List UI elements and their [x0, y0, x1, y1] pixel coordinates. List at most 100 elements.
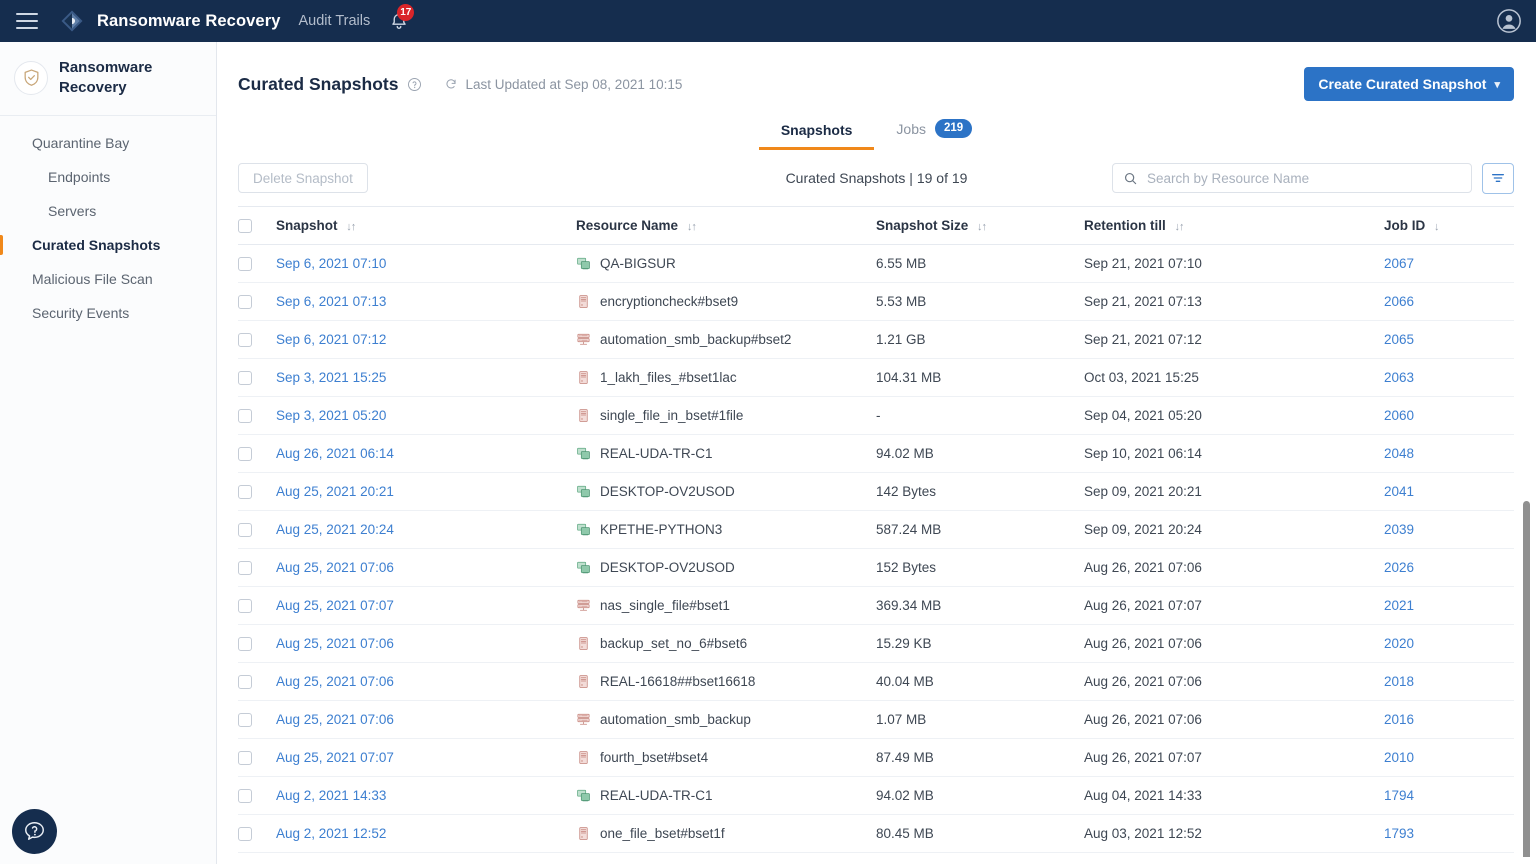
col-retention-till[interactable]: Retention till ↓↑	[1084, 207, 1384, 245]
job-id-link[interactable]: 2066	[1384, 294, 1414, 309]
help-circle-icon[interactable]	[407, 77, 422, 92]
refresh-icon[interactable]	[444, 77, 458, 91]
job-id-link[interactable]: 2041	[1384, 484, 1414, 499]
sidebar-item-curated-snapshots[interactable]: Curated Snapshots	[0, 228, 216, 262]
sidebar-item-security-events[interactable]: Security Events	[0, 296, 216, 330]
table-row[interactable]: Jul 30, 2021 09:26single_file#bset6-Aug …	[238, 853, 1514, 858]
table-row[interactable]: Aug 25, 2021 07:06backup_set_no_6#bset61…	[238, 625, 1514, 663]
table-row[interactable]: Aug 25, 2021 07:07nas_single_file#bset13…	[238, 587, 1514, 625]
col-resource-name[interactable]: Resource Name ↓↑	[576, 207, 876, 245]
snapshot-date-link[interactable]: Aug 25, 2021 07:06	[276, 674, 394, 689]
sidebar-brand-title: Ransomware Recovery	[59, 58, 179, 98]
row-checkbox[interactable]	[238, 827, 252, 841]
job-id-link[interactable]: 2060	[1384, 408, 1414, 423]
select-all-checkbox[interactable]	[238, 219, 252, 233]
table-row[interactable]: Aug 25, 2021 20:24KPETHE-PYTHON3587.24 M…	[238, 511, 1514, 549]
sort-icon[interactable]: ↓↑	[346, 221, 355, 233]
job-id-link[interactable]: 2020	[1384, 636, 1414, 651]
search-box[interactable]	[1112, 163, 1472, 193]
table-row[interactable]: Aug 25, 2021 07:06REAL-16618##bset166184…	[238, 663, 1514, 701]
job-id-link[interactable]: 2018	[1384, 674, 1414, 689]
row-checkbox[interactable]	[238, 675, 252, 689]
snapshot-date-link[interactable]: Aug 25, 2021 07:06	[276, 560, 394, 575]
job-id-link[interactable]: 2016	[1384, 712, 1414, 727]
table-row[interactable]: Aug 25, 2021 20:21DESKTOP-OV2USOD142 Byt…	[238, 473, 1514, 511]
row-checkbox[interactable]	[238, 371, 252, 385]
snapshot-date-link[interactable]: Aug 25, 2021 07:07	[276, 598, 394, 613]
row-checkbox[interactable]	[238, 599, 252, 613]
table-row[interactable]: Sep 3, 2021 15:251_lakh_files_#bset1lac1…	[238, 359, 1514, 397]
job-id-link[interactable]: 2063	[1384, 370, 1414, 385]
col-snapshot-size[interactable]: Snapshot Size ↓↑	[876, 207, 1084, 245]
job-id-link[interactable]: 2065	[1384, 332, 1414, 347]
table-row[interactable]: Aug 26, 2021 06:14REAL-UDA-TR-C194.02 MB…	[238, 435, 1514, 473]
row-checkbox[interactable]	[238, 257, 252, 271]
snapshot-date-link[interactable]: Sep 6, 2021 07:13	[276, 294, 386, 309]
sidebar-item-endpoints[interactable]: Endpoints	[0, 160, 216, 194]
table-row[interactable]: Aug 25, 2021 07:07fourth_bset#bset487.49…	[238, 739, 1514, 777]
row-checkbox[interactable]	[238, 751, 252, 765]
snapshot-date-link[interactable]: Aug 25, 2021 07:06	[276, 636, 394, 651]
col-snapshot[interactable]: Snapshot ↓↑	[276, 207, 576, 245]
snapshot-date-link[interactable]: Sep 3, 2021 15:25	[276, 370, 386, 385]
sidebar-item-malicious-file-scan[interactable]: Malicious File Scan	[0, 262, 216, 296]
row-checkbox[interactable]	[238, 789, 252, 803]
table-row[interactable]: Sep 6, 2021 07:12automation_smb_backup#b…	[238, 321, 1514, 359]
tab-snapshots[interactable]: Snapshots	[759, 122, 875, 150]
row-checkbox[interactable]	[238, 333, 252, 347]
snapshot-date-link[interactable]: Aug 25, 2021 07:06	[276, 712, 394, 727]
snapshot-date-link[interactable]: Sep 3, 2021 05:20	[276, 408, 386, 423]
job-id-link[interactable]: 1793	[1384, 826, 1414, 841]
delete-snapshot-button[interactable]: Delete Snapshot	[238, 163, 368, 193]
job-id-link[interactable]: 2067	[1384, 256, 1414, 271]
table-row[interactable]: Sep 6, 2021 07:10QA-BIGSUR6.55 MBSep 21,…	[238, 245, 1514, 283]
hamburger-icon[interactable]	[16, 13, 38, 29]
job-id-link[interactable]: 2048	[1384, 446, 1414, 461]
table-row[interactable]: Aug 25, 2021 07:06automation_smb_backup1…	[238, 701, 1514, 739]
account-circle-icon[interactable]	[1496, 8, 1522, 34]
row-checkbox[interactable]	[238, 447, 252, 461]
table-scroll-area[interactable]: Sep 6, 2021 07:10QA-BIGSUR6.55 MBSep 21,…	[217, 245, 1536, 857]
col-job-id[interactable]: Job ID ↓	[1384, 207, 1514, 245]
notification-bell-button[interactable]: 17	[388, 10, 410, 32]
sidebar-item-servers[interactable]: Servers	[0, 194, 216, 228]
row-checkbox[interactable]	[238, 561, 252, 575]
snapshot-date-link[interactable]: Aug 26, 2021 06:14	[276, 446, 394, 461]
search-input[interactable]	[1147, 171, 1461, 186]
snapshot-date-link[interactable]: Aug 25, 2021 07:07	[276, 750, 394, 765]
sort-icon[interactable]: ↓↑	[687, 221, 696, 233]
snapshot-date-link[interactable]: Aug 2, 2021 14:33	[276, 788, 386, 803]
sort-icon[interactable]: ↓↑	[1175, 221, 1184, 233]
job-id-link[interactable]: 2010	[1384, 750, 1414, 765]
row-checkbox[interactable]	[238, 295, 252, 309]
tab-jobs[interactable]: Jobs 219	[874, 119, 994, 150]
table-row[interactable]: Aug 2, 2021 12:52one_file_bset#bset1f80.…	[238, 815, 1514, 853]
job-id-link[interactable]: 2039	[1384, 522, 1414, 537]
row-checkbox[interactable]	[238, 637, 252, 651]
row-checkbox[interactable]	[238, 713, 252, 727]
create-curated-snapshot-button[interactable]: Create Curated Snapshot ▾	[1304, 67, 1514, 101]
table-scrollbar[interactable]	[1523, 501, 1530, 857]
table-row[interactable]: Sep 3, 2021 05:20single_file_in_bset#1fi…	[238, 397, 1514, 435]
snapshot-date-link[interactable]: Sep 6, 2021 07:12	[276, 332, 386, 347]
help-fab-button[interactable]	[12, 809, 57, 854]
table-row[interactable]: Sep 6, 2021 07:13encryptioncheck#bset95.…	[238, 283, 1514, 321]
row-checkbox[interactable]	[238, 485, 252, 499]
sidebar-item-quarantine-bay[interactable]: Quarantine Bay	[0, 126, 216, 160]
job-id-link[interactable]: 2021	[1384, 598, 1414, 613]
snapshot-date-link[interactable]: Aug 2, 2021 12:52	[276, 826, 386, 841]
sort-icon[interactable]: ↓	[1434, 221, 1439, 233]
table-row[interactable]: Aug 25, 2021 07:06DESKTOP-OV2USOD152 Byt…	[238, 549, 1514, 587]
audit-trails-link[interactable]: Audit Trails	[299, 13, 371, 29]
row-checkbox[interactable]	[238, 409, 252, 423]
filter-button[interactable]	[1482, 163, 1514, 194]
cohesity-logo-icon[interactable]	[60, 9, 84, 33]
job-id-link[interactable]: 2026	[1384, 560, 1414, 575]
row-checkbox[interactable]	[238, 523, 252, 537]
snapshot-date-link[interactable]: Aug 25, 2021 20:24	[276, 522, 394, 537]
snapshot-date-link[interactable]: Sep 6, 2021 07:10	[276, 256, 386, 271]
table-row[interactable]: Aug 2, 2021 14:33REAL-UDA-TR-C194.02 MBA…	[238, 777, 1514, 815]
sort-icon[interactable]: ↓↑	[977, 221, 986, 233]
snapshot-date-link[interactable]: Aug 25, 2021 20:21	[276, 484, 394, 499]
job-id-link[interactable]: 1794	[1384, 788, 1414, 803]
